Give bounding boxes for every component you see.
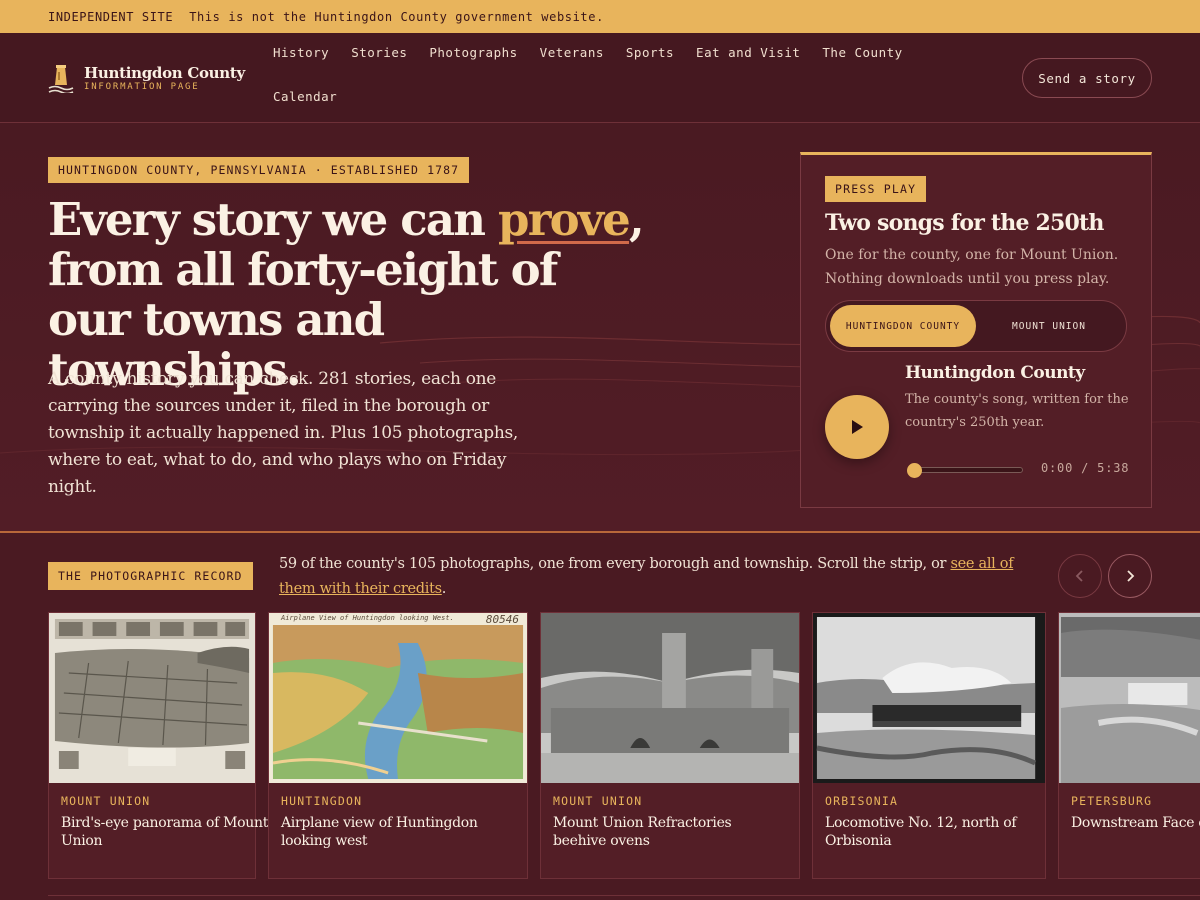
- desc-end: .: [441, 581, 447, 597]
- nav-sports[interactable]: Sports: [626, 41, 674, 85]
- desc-text: 59 of the county's 105 photographs, one …: [279, 556, 951, 572]
- track-time: 0:00 / 5:38: [1041, 461, 1130, 475]
- photo-place: MOUNT UNION: [61, 794, 151, 808]
- photographic-record-section: THE PHOTOGRAPHIC RECORD 59 of the county…: [0, 535, 1200, 900]
- track-title: Huntingdon County: [905, 363, 1085, 383]
- brand-subtitle: INFORMATION PAGE: [84, 81, 200, 92]
- nav-eat-and-visit[interactable]: Eat and Visit: [696, 41, 800, 85]
- send-story-button[interactable]: Send a story: [1022, 58, 1152, 98]
- track-description: The county's song, written for the count…: [905, 392, 1129, 430]
- photo-title: Bird's-eye panorama of Mount Union: [61, 815, 269, 849]
- photo-title: Mount Union Refractories beehive ovens: [553, 815, 732, 849]
- photo-card[interactable]: ORBISONIA Locomotive No. 12, north of Or…: [812, 612, 1046, 879]
- toggle-huntingdon-county[interactable]: HUNTINGDON COUNTY: [830, 305, 976, 347]
- hero-headline: Every story we can prove, from all forty…: [48, 195, 648, 395]
- brand-logo[interactable]: Huntingdon County INFORMATION PAGE: [48, 63, 245, 93]
- strip-next-button[interactable]: [1108, 554, 1152, 598]
- independent-site-notice: INDEPENDENT SITE This is not the Hunting…: [0, 0, 1200, 33]
- lighthouse-icon: [48, 65, 74, 93]
- strip-prev-button[interactable]: [1058, 554, 1102, 598]
- photographic-record-description: 59 of the county's 105 photographs, one …: [279, 552, 1039, 602]
- player-title: Two songs for the 250th: [825, 210, 1104, 236]
- play-icon: [852, 420, 863, 434]
- song-toggle: HUNTINGDON COUNTY MOUNT UNION: [825, 300, 1127, 352]
- postcard-number: 80546: [485, 613, 519, 626]
- main-nav: History Stories Photographs Veterans Spo…: [273, 41, 933, 129]
- photo-strip[interactable]: MOUNT UNION Bird's-eye panorama of Mount…: [48, 612, 1200, 880]
- section-divider: [48, 895, 1200, 896]
- progress-bar[interactable]: [907, 463, 1023, 478]
- nav-veterans[interactable]: Veterans: [540, 41, 604, 85]
- photo-card[interactable]: Airplane View of Huntingdon looking West…: [268, 612, 528, 879]
- play-button[interactable]: [825, 395, 889, 459]
- hero-lede: A county history you can check. 281 stor…: [48, 369, 519, 497]
- photo-title: Downstream Face of Tailrace: [1071, 815, 1200, 831]
- photo-place: PETERSBURG: [1071, 794, 1153, 808]
- notice-tag: INDEPENDENT SITE: [48, 9, 174, 24]
- photo-card[interactable]: PETERSBURG Downstream Face of Tailrace: [1058, 612, 1200, 879]
- photo-mount-union-panorama: [49, 613, 255, 783]
- headline-part-1: Every story we can: [48, 193, 499, 246]
- nav-stories[interactable]: Stories: [351, 41, 407, 85]
- brand-name: Huntingdon County: [84, 63, 245, 82]
- headline-highlight: prove: [498, 193, 631, 246]
- chevron-right-icon: [1127, 570, 1135, 582]
- hero-section: HUNTINGDON COUNTY, PENNSYLVANIA · ESTABL…: [0, 123, 1200, 533]
- chevron-left-icon: [1075, 570, 1083, 582]
- photo-place: HUNTINGDON: [281, 794, 363, 808]
- photo-tailrace-petersburg: [1059, 613, 1200, 783]
- photo-card[interactable]: MOUNT UNION Mount Union Refractories bee…: [540, 612, 800, 879]
- photo-beehive-ovens: [541, 613, 799, 783]
- song-player-card: PRESS PLAY Two songs for the 250th One f…: [800, 152, 1152, 508]
- nav-the-county[interactable]: The County: [822, 41, 902, 85]
- photographic-record-tag: THE PHOTOGRAPHIC RECORD: [48, 562, 253, 590]
- site-header: Huntingdon County INFORMATION PAGE Histo…: [0, 33, 1200, 123]
- player-subtitle: One for the county, one for Mount Union.…: [825, 247, 1119, 287]
- photo-huntingdon-airplane-view: [269, 613, 527, 783]
- photo-place: ORBISONIA: [825, 794, 899, 808]
- progress-knob[interactable]: [907, 463, 922, 478]
- notice-text: This is not the Huntingdon County govern…: [189, 9, 604, 24]
- nav-photographs[interactable]: Photographs: [429, 41, 517, 85]
- toggle-mount-union[interactable]: MOUNT UNION: [976, 305, 1122, 347]
- hero-eyebrow: HUNTINGDON COUNTY, PENNSYLVANIA · ESTABL…: [48, 157, 470, 183]
- press-play-tag: PRESS PLAY: [825, 176, 927, 202]
- photo-title: Locomotive No. 12, north of Orbisonia: [825, 815, 1017, 849]
- photo-card[interactable]: MOUNT UNION Bird's-eye panorama of Mount…: [48, 612, 268, 879]
- postcard-caption: Airplane View of Huntingdon looking West…: [281, 614, 454, 622]
- photo-locomotive-orbisonia: [813, 613, 1045, 783]
- photo-title: Airplane view of Huntingdon looking west: [281, 815, 478, 849]
- nav-history[interactable]: History: [273, 41, 329, 85]
- photo-place: MOUNT UNION: [553, 794, 643, 808]
